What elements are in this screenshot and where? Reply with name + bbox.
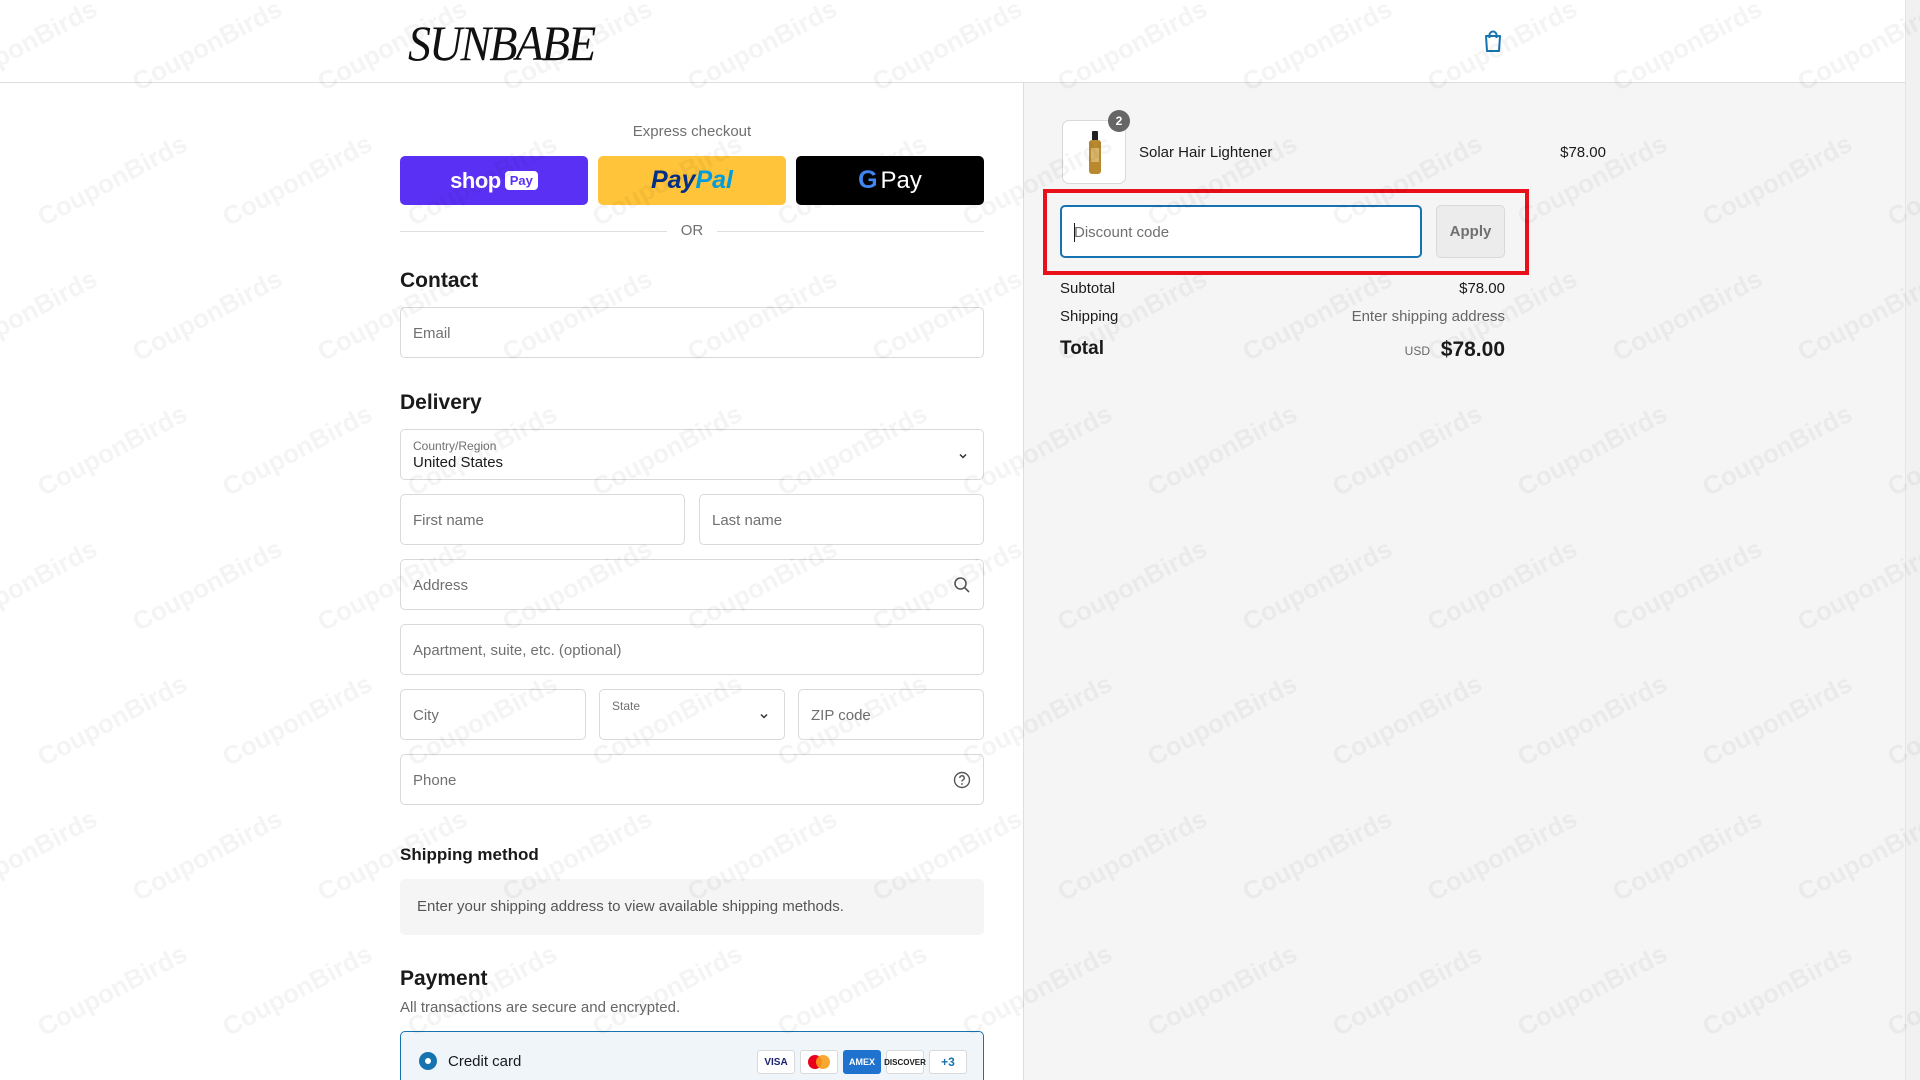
subtotal-row: Subtotal $78.00 (1060, 280, 1505, 297)
total-currency: USD (1404, 344, 1430, 358)
checkout-form: Express checkout shop Pay Pay Pal G Pay O… (0, 83, 1023, 1080)
zip-input[interactable]: ZIP code (798, 689, 984, 740)
shipping-method-notice: Enter your shipping address to view avai… (400, 879, 984, 935)
annotation-highlight-box (1043, 189, 1529, 275)
total-value: $78.00 (1440, 338, 1505, 361)
state-select[interactable]: State (599, 689, 785, 740)
apartment-placeholder: Apartment, suite, etc. (optional) (413, 642, 622, 659)
brand-logo[interactable]: SUNBABE (408, 14, 596, 72)
first-name-input[interactable]: First name (400, 494, 685, 545)
credit-card-radio[interactable] (419, 1052, 437, 1070)
shipping-value: Enter shipping address (1351, 308, 1505, 325)
subtotal-value: $78.00 (1459, 280, 1505, 297)
city-placeholder: City (413, 707, 439, 724)
address-placeholder: Address (413, 577, 469, 594)
first-name-placeholder: First name (413, 512, 484, 529)
city-input[interactable]: City (400, 689, 586, 740)
total-label: Total (1060, 338, 1104, 359)
state-label: State (612, 699, 641, 713)
email-placeholder: Email (413, 325, 451, 342)
payment-subtitle: All transactions are secure and encrypte… (400, 999, 681, 1016)
country-label: Country/Region (413, 439, 497, 453)
delivery-title: Delivery (400, 391, 482, 414)
shop-pay-label: shop (450, 167, 501, 193)
last-name-placeholder: Last name (712, 512, 783, 529)
discover-icon: DISCOVER (884, 1050, 926, 1074)
amex-icon: AMEX (843, 1050, 881, 1074)
country-value: United States (413, 454, 504, 471)
shipping-method-title: Shipping method (400, 845, 539, 864)
or-text: OR (667, 222, 717, 239)
paypal-label-pay: Pay (650, 166, 696, 194)
google-g-icon: G (858, 166, 878, 194)
paypal-button[interactable]: Pay Pal (598, 156, 786, 205)
site-header: SUNBABE (0, 0, 1905, 83)
address-input[interactable]: Address (400, 559, 984, 610)
shopping-bag-icon[interactable] (1481, 28, 1505, 54)
payment-title: Payment (400, 967, 488, 990)
credit-card-option[interactable]: Credit card VISA AMEX DISCOVER +3 (400, 1031, 984, 1080)
shipping-label: Shipping (1060, 308, 1119, 325)
express-checkout-title: Express checkout (632, 123, 752, 140)
shop-pay-badge: Pay (504, 171, 538, 190)
page-scrollbar[interactable] (1905, 0, 1920, 1080)
mastercard-icon (800, 1050, 838, 1074)
chevron-down-icon (760, 713, 768, 719)
phone-input[interactable]: Phone (400, 754, 984, 805)
apartment-input[interactable]: Apartment, suite, etc. (optional) (400, 624, 984, 675)
google-pay-button[interactable]: G Pay (796, 156, 984, 205)
help-icon[interactable] (953, 771, 971, 789)
product-name: Solar Hair Lightener (1139, 144, 1273, 161)
visa-icon: VISA (757, 1050, 795, 1074)
google-pay-label: Pay (880, 166, 922, 194)
subtotal-label: Subtotal (1060, 280, 1116, 297)
phone-placeholder: Phone (413, 772, 457, 789)
zip-placeholder: ZIP code (811, 707, 871, 724)
shop-pay-button[interactable]: shop Pay (400, 156, 588, 205)
product-price: $78.00 (1560, 144, 1606, 161)
paypal-label-pal: Pal (695, 166, 733, 194)
shipping-row: Shipping Enter shipping address (1060, 308, 1505, 325)
total-row: Total USD $78.00 (1060, 338, 1505, 361)
quantity-badge: 2 (1108, 110, 1130, 132)
contact-title: Contact (400, 269, 479, 292)
last-name-input[interactable]: Last name (699, 494, 984, 545)
credit-card-label: Credit card (448, 1053, 522, 1070)
shipping-method-message: Enter your shipping address to view avai… (417, 898, 844, 915)
search-icon (954, 577, 970, 593)
chevron-down-icon (959, 453, 967, 459)
email-input[interactable]: Email (400, 307, 984, 358)
country-select[interactable]: Country/Region United States (400, 429, 984, 480)
more-cards-badge: +3 (929, 1050, 967, 1074)
